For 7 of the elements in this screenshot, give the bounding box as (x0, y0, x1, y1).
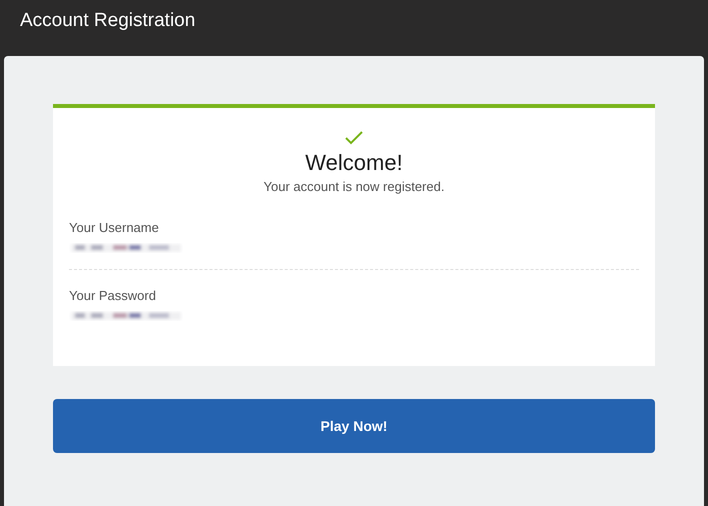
window-title: Account Registration (20, 10, 196, 32)
field-label: Your Username (69, 220, 160, 235)
registered-message: Your account is now registered. (264, 179, 444, 194)
field-label: Your Password (69, 288, 157, 303)
play-now-button[interactable]: Play Now! (53, 399, 655, 453)
welcome-heading: Welcome! (305, 150, 403, 176)
checkmark-icon (344, 130, 364, 146)
